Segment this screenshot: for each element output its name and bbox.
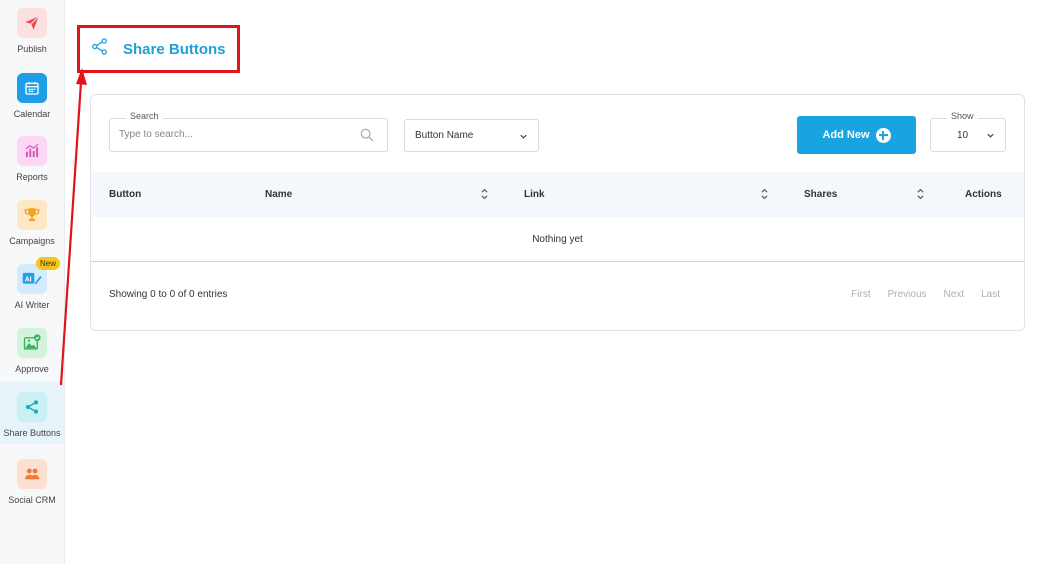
sort-icon[interactable] bbox=[760, 187, 769, 204]
table-header: Button Name Link Shares Actions bbox=[91, 172, 1024, 217]
page-size-select[interactable]: Show 10 bbox=[930, 111, 1006, 152]
add-new-button[interactable]: Add New bbox=[797, 116, 916, 154]
column-header-name[interactable]: Name bbox=[265, 172, 292, 217]
sidebar-item-label: Approve bbox=[15, 364, 49, 374]
sidebar-item-reports[interactable]: Reports bbox=[0, 136, 64, 182]
sidebar-item-label: Calendar bbox=[13, 109, 51, 119]
send-icon bbox=[17, 8, 47, 38]
column-header-link[interactable]: Link bbox=[524, 172, 545, 217]
share-buttons-panel: Search Button Name Add New Show 10 Butto… bbox=[90, 94, 1025, 331]
users-icon bbox=[17, 459, 47, 489]
sidebar-item-campaigns[interactable]: Campaigns bbox=[0, 200, 64, 246]
column-header-button: Button bbox=[109, 189, 142, 200]
filter-selected-value: Button Name bbox=[415, 130, 474, 141]
page-title: Share Buttons bbox=[123, 40, 226, 58]
chart-icon bbox=[17, 136, 47, 166]
sidebar-item-label: Share Buttons bbox=[3, 428, 61, 438]
column-header-shares[interactable]: Shares bbox=[804, 172, 837, 217]
add-new-label: Add New bbox=[822, 129, 870, 141]
sidebar-item-label: AI Writer bbox=[14, 300, 50, 310]
image-check-icon bbox=[17, 328, 47, 358]
new-badge: New bbox=[36, 257, 61, 270]
sidebar-item-label: Campaigns bbox=[9, 236, 55, 246]
page-size-value: 10 bbox=[957, 129, 969, 141]
pager-first[interactable]: First bbox=[851, 289, 870, 300]
share-icon bbox=[17, 392, 47, 422]
pager-next[interactable]: Next bbox=[944, 289, 965, 300]
svg-text:AI: AI bbox=[25, 276, 32, 283]
filter-select[interactable]: Button Name bbox=[404, 119, 539, 152]
sidebar-item-calendar[interactable]: Calendar bbox=[0, 73, 64, 119]
table-empty-row: Nothing yet bbox=[91, 217, 1024, 262]
trophy-icon bbox=[17, 200, 47, 230]
sidebar-item-label: Reports bbox=[16, 172, 48, 182]
page-title-highlight: Share Buttons bbox=[77, 25, 240, 73]
plus-circle-icon bbox=[875, 127, 891, 143]
show-label: Show bbox=[947, 111, 978, 121]
sidebar-item-share-buttons[interactable]: Share Buttons bbox=[0, 382, 64, 444]
entries-info: Showing 0 to 0 of 0 entries bbox=[109, 289, 228, 300]
search-icon[interactable] bbox=[359, 127, 375, 148]
sidebar: Publish Calendar Reports Campaigns AI Ne… bbox=[0, 0, 65, 564]
column-header-actions: Actions bbox=[965, 189, 1002, 200]
search-label: Search bbox=[126, 111, 163, 121]
pagination: First Previous Next Last bbox=[834, 289, 1000, 300]
sidebar-item-publish[interactable]: Publish bbox=[0, 8, 64, 54]
search-field: Search bbox=[109, 111, 388, 152]
sidebar-item-approve[interactable]: Approve bbox=[0, 328, 64, 374]
sort-icon[interactable] bbox=[916, 187, 925, 204]
sidebar-item-ai-writer[interactable]: AI New AI Writer bbox=[0, 257, 64, 310]
share-icon bbox=[90, 37, 109, 61]
sidebar-item-label: Publish bbox=[17, 44, 47, 54]
chevron-down-icon bbox=[986, 131, 995, 143]
chevron-down-icon bbox=[519, 132, 528, 144]
calendar-icon bbox=[17, 73, 47, 103]
ai-pen-icon: AI New bbox=[17, 257, 61, 294]
pager-last[interactable]: Last bbox=[981, 289, 1000, 300]
sidebar-item-social-crm[interactable]: Social CRM bbox=[0, 459, 64, 505]
sort-icon[interactable] bbox=[480, 187, 489, 204]
search-input[interactable] bbox=[119, 119, 349, 149]
pager-previous[interactable]: Previous bbox=[888, 289, 927, 300]
sidebar-item-label: Social CRM bbox=[8, 495, 56, 505]
